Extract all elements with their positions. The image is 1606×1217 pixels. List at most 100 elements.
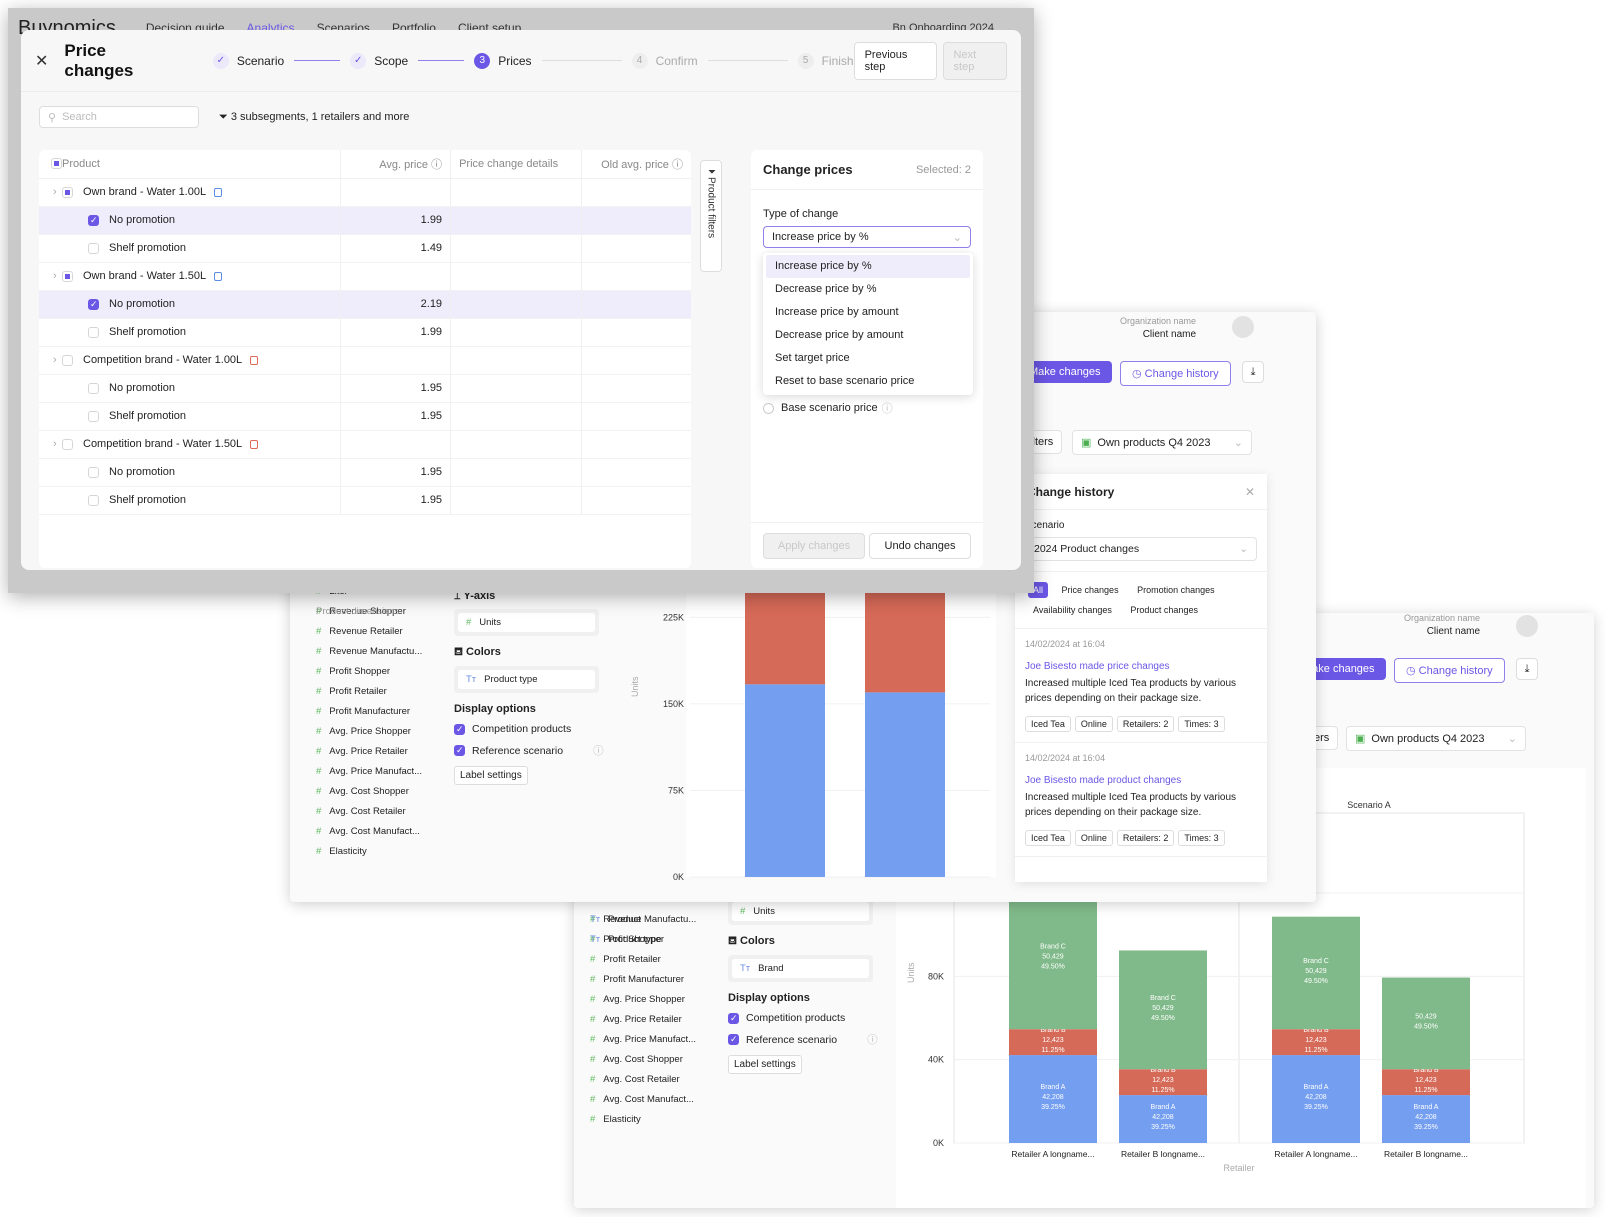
y-axis-field[interactable]: # Units <box>732 902 869 921</box>
product-variant-row[interactable]: No promotion 1.99 <box>39 206 691 235</box>
preset-select[interactable]: ▣ Own products Q4 2023 ⌄ <box>1072 430 1252 455</box>
history-author-link[interactable]: Joe Bisesto made product changes <box>1025 775 1257 786</box>
field-item[interactable]: Tт Product type <box>590 930 696 950</box>
menu-option[interactable]: Decrease price by % <box>763 278 973 301</box>
scenario-select[interactable]: 2024 Product changes ⌄ <box>1025 537 1257 561</box>
type-of-change-select[interactable]: Increase price by % ⌄ <box>763 226 971 248</box>
product-group-row[interactable]: › Own brand - Water 1.00L <box>39 178 691 207</box>
download-button[interactable]: ⤓ <box>1516 658 1538 680</box>
field-item[interactable]: # Avg. Price Shopper <box>316 722 422 742</box>
row-checkbox[interactable] <box>88 214 99 226</box>
menu-option[interactable]: Reset to base scenario price <box>763 370 973 393</box>
menu-option[interactable]: Set target price <box>763 347 973 370</box>
bar-segment[interactable] <box>865 692 945 877</box>
row-checkbox[interactable] <box>88 326 99 338</box>
close-icon[interactable]: ✕ <box>1245 485 1255 499</box>
col-product[interactable]: Product <box>62 150 342 179</box>
chevron-right-icon[interactable]: › <box>53 270 57 282</box>
reference-scenario-checkbox[interactable]: Reference scenarioⓘ <box>728 1032 878 1047</box>
field-item[interactable]: # Avg. Cost Manufact... <box>590 1090 696 1110</box>
change-history-button[interactable]: ◷ Change history <box>1394 658 1505 683</box>
filter-price-changes[interactable]: Price changes <box>1057 582 1124 598</box>
product-variant-row[interactable]: Shelf promotion 1.99 <box>39 318 691 347</box>
filter-product-changes[interactable]: Product changes <box>1125 602 1203 618</box>
product-variant-row[interactable]: No promotion 1.95 <box>39 458 691 487</box>
col-avg-price[interactable]: Avg. price ⓘ <box>340 150 452 179</box>
step-prices[interactable]: 3 Prices <box>474 52 532 69</box>
field-item[interactable]: # Elasticity <box>590 1110 696 1130</box>
avatar[interactable] <box>1232 316 1254 338</box>
product-filters-tab[interactable]: ⏷ Product filters <box>700 160 722 272</box>
chevron-right-icon[interactable]: › <box>53 354 57 366</box>
row-checkbox[interactable] <box>88 382 99 394</box>
field-item[interactable]: # Avg. Price Manufact... <box>590 1030 696 1050</box>
row-checkbox[interactable] <box>88 242 99 254</box>
undo-changes-button[interactable]: Undo changes <box>869 532 971 559</box>
row-checkbox[interactable] <box>62 438 73 450</box>
row-checkbox[interactable] <box>62 186 73 198</box>
product-variant-row[interactable]: Shelf promotion 1.95 <box>39 402 691 431</box>
product-group-row[interactable]: › Competition brand - Water 1.00L <box>39 346 691 375</box>
competition-products-checkbox[interactable]: Competition products <box>454 723 604 735</box>
product-variant-row[interactable]: Shelf promotion 1.49 <box>39 234 691 263</box>
field-item[interactable]: #Revenue Retailer <box>316 622 422 642</box>
colors-field[interactable]: Tт Brand <box>732 959 869 978</box>
product-variant-row[interactable]: No promotion 1.95 <box>39 374 691 403</box>
row-checkbox[interactable] <box>62 354 73 366</box>
colors-field[interactable]: Tт Product type <box>458 670 595 689</box>
filter-promotion-changes[interactable]: Promotion changes <box>1132 582 1220 598</box>
menu-option[interactable]: Decrease price by amount <box>763 324 973 347</box>
menu-option[interactable]: Increase price by amount <box>763 301 973 324</box>
field-item[interactable]: # Avg. Price Manufact... <box>316 762 422 782</box>
chevron-right-icon[interactable]: › <box>53 438 57 450</box>
reference-scenario-checkbox[interactable]: Reference scenarioⓘ <box>454 743 604 758</box>
chevron-right-icon[interactable]: › <box>53 186 57 198</box>
label-settings-button[interactable]: Label settings <box>454 766 528 785</box>
step-finish[interactable]: 5 Finish <box>797 52 854 69</box>
field-item[interactable]: # Avg. Price Retailer <box>590 1010 696 1030</box>
field-item[interactable]: # Avg. Cost Retailer <box>316 802 422 822</box>
field-item[interactable]: # Avg. Cost Shopper <box>316 782 422 802</box>
field-item[interactable]: # Avg. Cost Shopper <box>590 1050 696 1070</box>
next-step-button[interactable]: Next step <box>942 41 1007 80</box>
select-all-checkbox[interactable] <box>51 158 62 170</box>
row-checkbox[interactable] <box>88 494 99 506</box>
filter-summary[interactable]: ⏷ 3 subsegments, 1 retailers and more <box>219 111 409 124</box>
field-item[interactable]: # Profit Retailer <box>590 950 696 970</box>
preset-select[interactable]: ▣ Own products Q4 2023 ⌄ <box>1346 726 1526 751</box>
col-price-change-details[interactable]: Price change details <box>450 150 582 179</box>
step-scenario[interactable]: ✓ Scenario <box>212 52 284 69</box>
product-variant-row[interactable]: Shelf promotion 1.95 <box>39 486 691 515</box>
search-input[interactable]: ⚲ Search <box>39 106 199 128</box>
row-checkbox[interactable] <box>88 466 99 478</box>
step-confirm[interactable]: 4 Confirm <box>631 52 698 69</box>
field-item[interactable]: # Profit Manufacturer <box>590 970 696 990</box>
step-scope[interactable]: ✓ Scope <box>350 52 408 69</box>
apply-changes-button[interactable]: Apply changes <box>763 532 865 559</box>
row-checkbox[interactable] <box>88 410 99 422</box>
y-axis-field[interactable]: # Units <box>458 613 595 632</box>
base-scenario-price-radio[interactable]: Base scenario price ⓘ <box>763 400 893 416</box>
field-item[interactable]: # Profit Retailer <box>316 682 422 702</box>
product-group-row[interactable]: › Own brand - Water 1.50L <box>39 262 691 291</box>
avatar[interactable] <box>1516 615 1538 637</box>
menu-option[interactable]: Increase price by % <box>766 255 970 278</box>
field-item[interactable]: # Avg. Cost Manufact... <box>316 822 422 842</box>
label-settings-button[interactable]: Label settings <box>728 1055 802 1074</box>
field-item[interactable]: # Profit Shopper <box>316 662 422 682</box>
row-checkbox[interactable] <box>62 270 73 282</box>
field-item[interactable]: # Revenue Manufactu... <box>316 642 422 662</box>
competition-products-checkbox[interactable]: Competition products <box>728 1012 878 1024</box>
field-item[interactable]: # Profit Manufacturer <box>316 702 422 722</box>
field-item[interactable]: # Avg. Cost Retailer <box>590 1070 696 1090</box>
row-checkbox[interactable] <box>88 298 99 310</box>
field-item[interactable]: # Avg. Price Retailer <box>316 742 422 762</box>
previous-step-button[interactable]: Previous step <box>853 41 937 80</box>
history-author-link[interactable]: Joe Bisesto made price changes <box>1025 661 1257 672</box>
col-old-avg-price[interactable]: Old avg. price ⓘ <box>581 150 691 179</box>
field-item[interactable]: # Elasticity <box>316 842 422 862</box>
bar-segment[interactable] <box>745 684 825 877</box>
bar-segment[interactable] <box>865 592 945 693</box>
field-item[interactable]: # Avg. Price Shopper <box>590 990 696 1010</box>
product-group-row[interactable]: › Competition brand - Water 1.50L <box>39 430 691 459</box>
